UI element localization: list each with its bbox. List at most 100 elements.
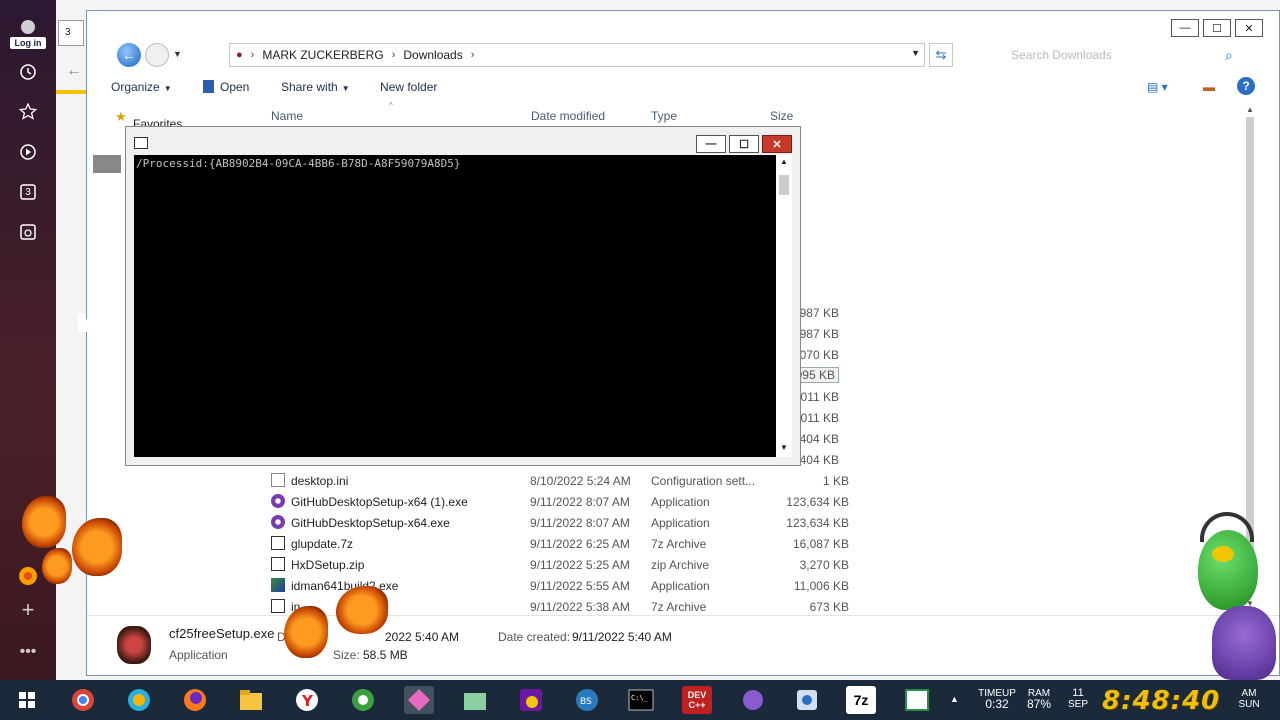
scroll-up-icon[interactable]: ▲ [780, 157, 788, 166]
user-avatar-icon [21, 20, 35, 34]
file-size-partial: 011 KB [800, 390, 839, 404]
file-row[interactable]: GitHubDesktopSetup-x64.exe 9/11/2022 8:0… [269, 512, 849, 533]
gradient-app-icon[interactable] [404, 686, 434, 714]
details-date-modified-value: 2022 5:40 AM [385, 630, 460, 644]
open-button[interactable]: Open [203, 80, 249, 94]
sort-ascending-icon: ^ [389, 101, 393, 110]
file-date: 8/10/2022 5:24 AM [530, 474, 631, 488]
details-date-created-value: 9/11/2022 5:40 AM [572, 630, 672, 644]
bonzi-buddy-icon[interactable] [738, 686, 768, 714]
file-explorer-icon[interactable] [236, 686, 266, 714]
column-header-name[interactable]: Name [271, 109, 303, 123]
notes-folder-icon[interactable] [460, 686, 490, 714]
breadcrumb-separator-icon[interactable]: › [251, 49, 255, 61]
console-scrollbar[interactable]: ▲ ▼ [776, 155, 792, 457]
workspace-badge-icon[interactable]: 3 [16, 180, 40, 204]
file-date: 9/11/2022 5:38 AM [530, 600, 630, 614]
browser-swirl-icon[interactable] [124, 686, 154, 714]
timeup-value: 0:32 [985, 697, 1009, 711]
share-with-button[interactable]: Share with ▼ [281, 80, 350, 94]
breadcrumb-downloads[interactable]: Downloads [403, 48, 462, 62]
more-options-icon[interactable]: ••• [16, 640, 40, 664]
7zip-icon[interactable]: 7z [846, 686, 876, 714]
back-arrow-icon[interactable]: ← [117, 43, 141, 67]
preview-pane-icon[interactable]: ▬ [1203, 80, 1215, 94]
user-folder-icon: ● [236, 49, 243, 61]
dev-cpp-icon[interactable]: DEV C++ [682, 686, 712, 714]
greenshot-icon[interactable] [348, 686, 378, 714]
file-size-partial: 987 KB [799, 327, 839, 341]
forward-arrow-icon[interactable] [145, 43, 169, 67]
organize-label: Organize [111, 80, 160, 94]
login-button[interactable]: Log in [8, 20, 48, 50]
column-header-type[interactable]: Type [651, 109, 677, 123]
chevron-down-icon: ▼ [341, 84, 350, 93]
file-name: desktop.ini [291, 474, 349, 488]
breadcrumb-user[interactable]: MARK ZUCKERBERG [262, 48, 383, 62]
archive-icon [271, 599, 285, 613]
snapshot-camera-icon[interactable] [16, 220, 40, 244]
help-icon[interactable]: ? [1237, 77, 1255, 95]
player-icon[interactable] [16, 140, 40, 164]
address-bar[interactable]: ● › MARK ZUCKERBERG › Downloads › ▼ [229, 43, 925, 67]
firefox-icon[interactable] [180, 686, 210, 714]
search-icon[interactable]: ⌕ [1225, 47, 1233, 64]
address-dropdown-icon[interactable]: ▼ [911, 48, 920, 58]
file-row[interactable]: desktop.ini 8/10/2022 5:24 AM Configurat… [269, 470, 849, 491]
explorer-minimize-button[interactable]: — [1171, 19, 1199, 37]
scroll-down-icon[interactable]: ▼ [780, 443, 788, 452]
file-row[interactable]: HxDSetup.zip 9/11/2022 5:25 AM zip Archi… [269, 554, 849, 575]
bs-player-icon[interactable]: BS [572, 686, 602, 714]
file-size: 123,634 KB [786, 516, 849, 530]
console-minimize-button[interactable]: — [696, 135, 726, 153]
explorer-maximize-button[interactable]: ☐ [1203, 19, 1231, 37]
archive-icon [271, 536, 285, 550]
refresh-icon[interactable]: ⇆ [929, 43, 953, 67]
bonzi-mascot-icon [1212, 606, 1276, 680]
command-prompt-icon[interactable]: C:\_ [626, 686, 656, 714]
breadcrumb-separator-icon[interactable]: › [392, 49, 396, 61]
ram-value: 87% [1026, 697, 1052, 711]
file-row[interactable]: glupdate.7z 9/11/2022 6:25 AM 7z Archive… [269, 533, 849, 554]
file-type: Configuration sett... [651, 474, 756, 488]
system-app-icon[interactable] [792, 686, 822, 714]
show-hidden-icons-icon[interactable]: ▲ [950, 694, 959, 705]
console-maximize-button[interactable]: ☐ [729, 135, 759, 153]
history-icon[interactable] [16, 60, 40, 84]
explorer-close-button[interactable]: ✕ [1235, 19, 1263, 37]
file-size: 1 KB [822, 474, 849, 488]
file-row[interactable]: GitHubDesktopSetup-x64 (1).exe 9/11/2022… [269, 491, 849, 512]
github-icon [271, 515, 285, 529]
chrome-icon[interactable] [68, 686, 98, 714]
console-output[interactable]: /Processid:{AB8902B4-09CA-4BB6-B78D-A8F5… [134, 155, 776, 457]
svg-text:Y: Y [301, 692, 314, 710]
file-size-partial: 070 KB [799, 348, 839, 362]
open-label: Open [220, 80, 250, 94]
search-input[interactable]: Search Downloads [1005, 43, 1245, 67]
view-options-icon[interactable]: ▤ ▾ [1147, 80, 1168, 94]
scrollbar-thumb[interactable] [1246, 117, 1254, 557]
browser-back-icon[interactable]: ← [66, 62, 82, 80]
file-size-partial: 011 KB [800, 411, 839, 425]
scroll-up-icon[interactable]: ▲ [1246, 105, 1254, 114]
new-folder-button[interactable]: New folder [380, 80, 437, 94]
start-windows-icon[interactable] [12, 686, 42, 714]
browser-tab[interactable]: 3 [58, 20, 84, 46]
column-header-size[interactable]: Size [770, 109, 793, 123]
yandex-icon[interactable]: Y [292, 686, 322, 714]
recent-pages-dropdown-icon[interactable]: ▼ [173, 49, 182, 59]
yahoo-messenger-icon[interactable] [516, 686, 546, 714]
file-size: 11,006 KB [793, 579, 849, 593]
breadcrumb-separator-icon[interactable]: › [471, 49, 475, 61]
taskbar-clock[interactable]: 8:48:40 [1102, 686, 1220, 716]
notepad-icon[interactable] [902, 686, 932, 714]
add-sidebar-item-icon[interactable]: + [16, 597, 40, 622]
file-name: HxDSetup.zip [291, 558, 365, 572]
organize-button[interactable]: Organize ▼ [111, 80, 172, 94]
details-filetype: Application [169, 648, 228, 662]
console-close-button[interactable]: ✕ [762, 135, 792, 153]
column-header-date[interactable]: Date modified [531, 109, 605, 123]
bookmarks-star-icon[interactable] [16, 100, 40, 124]
console-scrollbar-thumb[interactable] [779, 175, 789, 195]
nav-pane-selected-item[interactable] [93, 155, 121, 173]
